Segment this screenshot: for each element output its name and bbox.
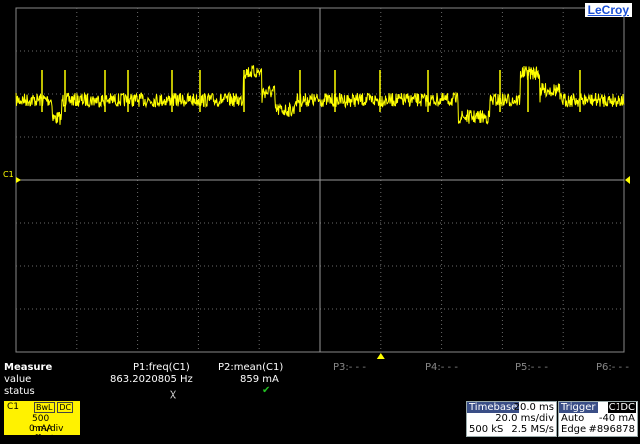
trigger-mode: Auto [561, 413, 585, 424]
brand-logo: LeCroy [584, 3, 632, 17]
p6-slot[interactable]: P6:- - - [596, 362, 629, 373]
waveform-display[interactable]: C1 LeCroy [0, 0, 640, 360]
p2-name[interactable]: P2:mean(C1) [218, 362, 283, 373]
measure-panel: Measure value status P1:freq(C1) 863.202… [0, 360, 640, 400]
trigger-level-marker-icon [625, 176, 630, 184]
trigger-id: #896878 [588, 424, 635, 435]
trigger-type: Edge [561, 424, 587, 435]
timebase-samples: 500 kS [469, 424, 504, 435]
trigger-coupling: DC [619, 402, 636, 413]
timebase-rate: 2.5 MS/s [511, 424, 554, 435]
waveform-grid: C1 [3, 7, 630, 359]
bwl-tag: BwL [34, 402, 55, 413]
c1-marker-label: C1 [3, 170, 14, 179]
trigger-level: -40 mA [598, 413, 635, 424]
row-label-status: status [4, 386, 35, 397]
dc-tag: DC [57, 402, 74, 413]
channel-label: C1 [7, 402, 20, 412]
p1-name[interactable]: P1:freq(C1) [133, 362, 190, 373]
p1-value: 863.2020805 Hz [110, 374, 193, 385]
p2-status-check-icon: ✔ [262, 385, 271, 396]
trigger-position-marker-icon [376, 353, 385, 359]
p4-slot[interactable]: P4:- - - [425, 362, 458, 373]
channel-offset: 0 mA offset [29, 424, 55, 444]
row-label-value: value [4, 374, 32, 385]
p1-status-icon: ꭓ [170, 388, 176, 399]
p3-slot[interactable]: P3:- - - [333, 362, 366, 373]
timebase-scale: 20.0 ms/div [495, 413, 554, 424]
timebase-delay: 20.0 ms [513, 402, 554, 413]
trigger-descriptor[interactable]: Trigger C1 DC Auto -40 mA Edge #896878 [558, 401, 638, 437]
p2-value: 859 mA [240, 374, 279, 385]
timebase-title: Timebase [467, 402, 520, 413]
channel-c1-descriptor[interactable]: C1 BwL DC 500 mA/div 0 mA offset [4, 401, 80, 444]
c1-ground-marker-icon [16, 177, 21, 183]
timebase-descriptor[interactable]: Timebase 20.0 ms 20.0 ms/div 500 kS 2.5 … [466, 401, 557, 437]
p5-slot[interactable]: P5:- - - [515, 362, 548, 373]
measure-title: Measure [4, 362, 53, 373]
trigger-title: Trigger [559, 402, 598, 413]
